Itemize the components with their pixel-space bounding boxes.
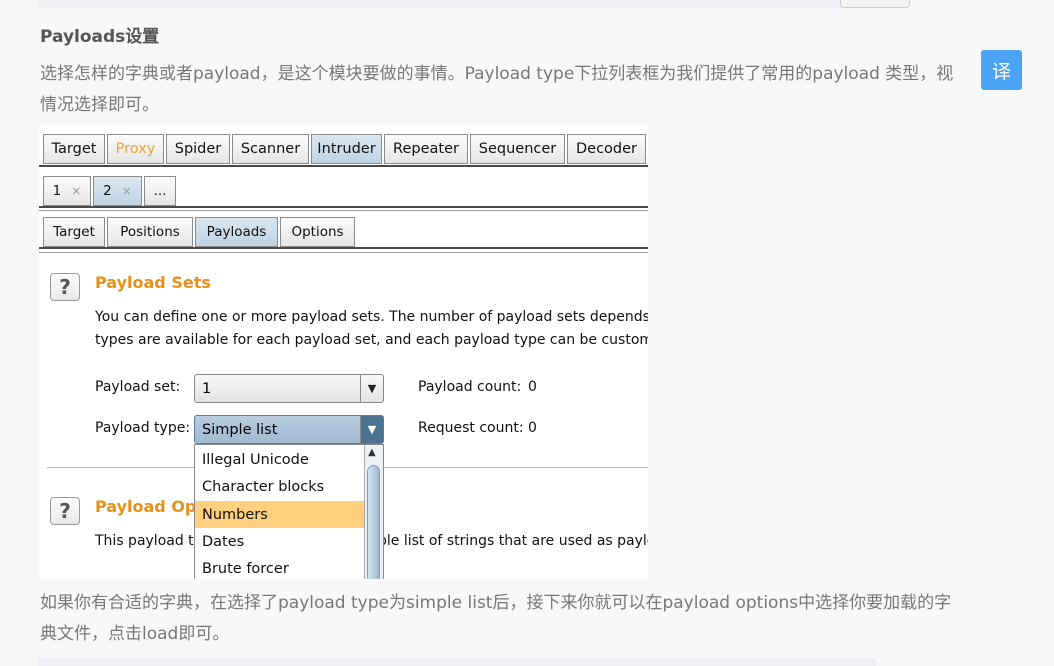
followup-paragraph: 如果你有合适的字典，在选择了payload type为simple list后，… xyxy=(40,593,952,644)
close-icon[interactable]: × xyxy=(122,184,132,198)
new-attack-tab[interactable]: ... xyxy=(144,176,176,206)
intro-paragraph: 选择怎样的字典或者payload，是这个模块要做的事情。Payload type… xyxy=(40,64,954,115)
payload-type-dropdown[interactable]: Illegal Unicode Character blocks Numbers… xyxy=(194,444,384,579)
attack-tab-rule xyxy=(39,206,648,208)
subtab-rule xyxy=(39,247,648,249)
payload-type-label: Payload type: xyxy=(95,420,191,436)
payload-sets-title: Payload Sets xyxy=(95,273,211,292)
tab-proxy[interactable]: Proxy xyxy=(107,134,164,164)
attack-tab-rule-thin xyxy=(39,210,648,211)
dropdown-option[interactable]: Dates xyxy=(195,528,365,555)
dropdown-scrollbar[interactable]: ▲ xyxy=(364,445,383,579)
dropdown-option[interactable]: Illegal Unicode xyxy=(195,446,365,473)
tab-sequencer[interactable]: Sequencer xyxy=(470,134,565,164)
tab-scanner[interactable]: Scanner xyxy=(232,134,309,164)
payload-set-select[interactable]: 1 ▼ xyxy=(194,374,384,403)
tab-spider[interactable]: Spider xyxy=(166,134,230,164)
dropdown-option-selected[interactable]: Numbers xyxy=(195,501,365,528)
payload-set-label: Payload set: xyxy=(95,379,181,395)
subtab-options[interactable]: Options xyxy=(280,217,355,247)
tab-intruder[interactable]: Intruder xyxy=(311,134,382,164)
tab-repeater[interactable]: Repeater xyxy=(384,134,468,164)
tab-target[interactable]: Target xyxy=(43,134,105,164)
help-icon[interactable]: ? xyxy=(50,497,80,525)
payload-type-value: Simple list xyxy=(202,421,278,438)
payload-options-desc-right: ple list of strings that are used as pay… xyxy=(378,533,648,549)
request-count-label: Request count: xyxy=(418,420,524,436)
burp-intruder-screenshot: Target Proxy Spider Scanner Intruder Rep… xyxy=(39,125,648,579)
payload-options-title: Payload Opt xyxy=(95,497,205,516)
subtab-payloads[interactable]: Payloads xyxy=(195,217,278,247)
chevron-down-icon[interactable]: ▼ xyxy=(360,375,383,402)
tab-row-rule xyxy=(39,165,648,167)
payload-set-value: 1 xyxy=(202,380,212,397)
attack-tab-2-label: 2 xyxy=(103,183,112,199)
dropdown-option[interactable]: Brute forcer xyxy=(195,555,365,579)
attack-tab-1-label: 1 xyxy=(52,183,62,199)
section-heading: Payloads设置 xyxy=(40,27,160,47)
payload-sets-desc-line1: You can define one or more payload sets.… xyxy=(95,309,648,325)
payload-sets-desc-line2: types are available for each payload set… xyxy=(95,332,648,348)
attack-tab-2[interactable]: 2 × xyxy=(93,176,142,206)
article: Payloads设置 选择怎样的字典或者payload，是这个模块要做的事情。P… xyxy=(0,0,1054,666)
close-icon[interactable]: × xyxy=(71,184,81,198)
request-count-value: 0 xyxy=(528,420,537,436)
dropdown-option[interactable]: Character blocks xyxy=(195,473,365,500)
payload-count-value: 0 xyxy=(528,379,537,395)
chevron-up-icon[interactable]: ▲ xyxy=(368,447,376,458)
subtab-positions[interactable]: Positions xyxy=(107,217,193,247)
subtab-target[interactable]: Target xyxy=(43,217,105,247)
chevron-down-icon[interactable]: ▼ xyxy=(360,416,383,443)
previous-image-button xyxy=(840,0,910,8)
payload-options-desc-left: This payload ty xyxy=(95,533,202,549)
translate-button[interactable]: 译 xyxy=(981,50,1022,90)
attack-tab-1[interactable]: 1 × xyxy=(43,176,91,206)
scrollbar-thumb[interactable] xyxy=(367,465,380,579)
next-image-edge xyxy=(38,658,876,666)
previous-image-edge xyxy=(38,0,910,8)
subtab-rule-thin xyxy=(39,252,648,253)
payload-type-select[interactable]: Simple list ▼ xyxy=(194,415,384,444)
help-icon[interactable]: ? xyxy=(50,273,80,301)
payload-count-label: Payload count: xyxy=(418,379,522,395)
tab-decoder[interactable]: Decoder xyxy=(567,134,646,164)
